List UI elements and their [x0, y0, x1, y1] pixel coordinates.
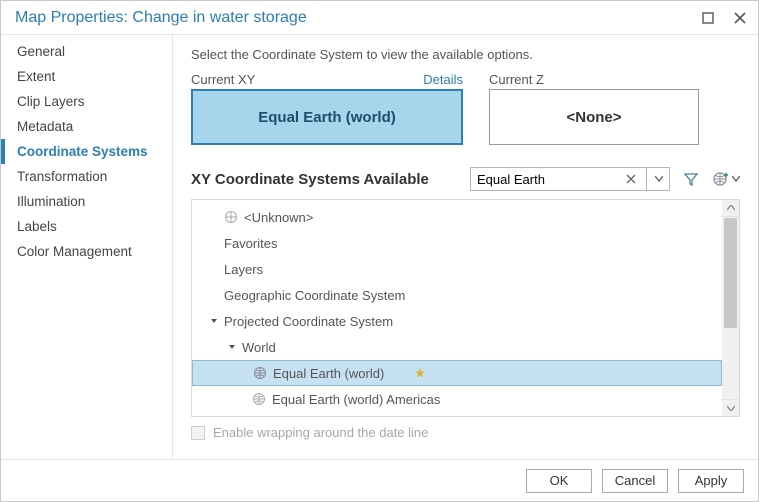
dialog-footer: OK Cancel Apply: [1, 459, 758, 501]
tree-label: World: [242, 340, 276, 355]
sidebar: General Extent Clip Layers Metadata Coor…: [1, 35, 173, 459]
sidebar-item-metadata[interactable]: Metadata: [1, 114, 172, 139]
sidebar-item-illumination[interactable]: Illumination: [1, 189, 172, 214]
tree-label: Equal Earth (world): [273, 366, 384, 381]
scroll-down-button[interactable]: [722, 399, 739, 416]
search-dropdown-button[interactable]: [646, 167, 670, 191]
tree-label: Geographic Coordinate System: [224, 288, 405, 303]
globe-icon: [252, 392, 266, 406]
tree-item-world[interactable]: World: [192, 334, 722, 360]
titlebar: Map Properties: Change in water storage: [1, 1, 758, 35]
available-heading: XY Coordinate Systems Available: [191, 171, 460, 188]
tree-item-cs[interactable]: Equal Earth (world) Americas: [192, 386, 722, 412]
current-xy-box[interactable]: Equal Earth (world): [191, 89, 463, 145]
tree-item-gcs[interactable]: Geographic Coordinate System: [192, 282, 722, 308]
current-z-box[interactable]: <None>: [489, 89, 699, 145]
cancel-button[interactable]: Cancel: [602, 469, 668, 493]
tree-item-layers[interactable]: Layers: [192, 256, 722, 282]
cs-tree: <Unknown> Favorites Layers Geographic Co…: [192, 200, 722, 416]
sidebar-item-transformation[interactable]: Transformation: [1, 164, 172, 189]
tree-label: Equal Earth (world) Americas: [272, 392, 440, 407]
window-title: Map Properties: Change in water storage: [15, 9, 686, 27]
sidebar-item-color-management[interactable]: Color Management: [1, 239, 172, 264]
globe-icon: [253, 366, 267, 380]
sidebar-item-coordinate-systems[interactable]: Coordinate Systems: [1, 139, 172, 164]
wrap-checkbox-row: Enable wrapping around the date line: [191, 425, 740, 440]
chevron-down-icon: [655, 176, 663, 182]
wrap-label: Enable wrapping around the date line: [213, 425, 428, 440]
add-cs-menu[interactable]: [712, 170, 740, 188]
caret-down-icon: [226, 341, 238, 353]
tree-item-pcs[interactable]: Projected Coordinate System: [192, 308, 722, 334]
tree-scrollbar[interactable]: [722, 200, 739, 416]
tree-label: Projected Coordinate System: [224, 314, 393, 329]
search-wrap: [470, 167, 670, 191]
sidebar-item-labels[interactable]: Labels: [1, 214, 172, 239]
current-xy-value: Equal Earth (world): [258, 109, 396, 126]
globe-icon: [224, 210, 238, 224]
scroll-up-button[interactable]: [722, 200, 739, 217]
tree-item-favorites[interactable]: Favorites: [192, 230, 722, 256]
close-button[interactable]: [730, 8, 750, 28]
caret-down-icon: [208, 315, 220, 327]
tree-item-cs[interactable]: Equal Earth (world) Asia-Pacific: [192, 412, 722, 416]
tree-label: Favorites: [224, 236, 277, 251]
chevron-down-icon: [732, 176, 740, 182]
wrap-checkbox: [191, 426, 205, 440]
tree-label: <Unknown>: [244, 210, 313, 225]
apply-button[interactable]: Apply: [678, 469, 744, 493]
filter-icon: [683, 171, 699, 187]
search-clear-button[interactable]: [620, 167, 642, 191]
scroll-thumb[interactable]: [724, 218, 737, 328]
sidebar-item-clip-layers[interactable]: Clip Layers: [1, 89, 172, 114]
current-z-label: Current Z: [489, 72, 699, 87]
sidebar-item-general[interactable]: General: [1, 39, 172, 64]
main-panel: Select the Coordinate System to view the…: [173, 35, 758, 459]
star-icon: [414, 367, 426, 379]
filter-button[interactable]: [680, 168, 702, 190]
globe-plus-icon: [712, 170, 730, 188]
ok-button[interactable]: OK: [526, 469, 592, 493]
clear-icon: [626, 174, 636, 184]
details-link[interactable]: Details: [423, 72, 463, 87]
maximize-icon: [702, 12, 714, 24]
tree-item-unknown[interactable]: <Unknown>: [192, 204, 722, 230]
sidebar-item-extent[interactable]: Extent: [1, 64, 172, 89]
current-xy-label: Current XY: [191, 72, 423, 87]
maximize-button[interactable]: [698, 8, 718, 28]
instruction-text: Select the Coordinate System to view the…: [191, 47, 740, 62]
tree-label: Layers: [224, 262, 263, 277]
tree-item-cs[interactable]: Equal Earth (world): [192, 360, 722, 386]
close-icon: [734, 12, 746, 24]
current-z-value: <None>: [566, 109, 621, 126]
